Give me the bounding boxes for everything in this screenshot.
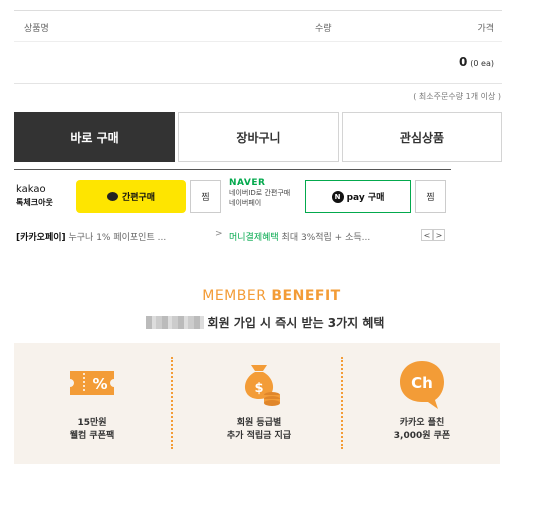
wishlist-button[interactable]: 관심상품 bbox=[342, 112, 502, 162]
naver-promo-tag: 머니결제혜택 bbox=[229, 233, 279, 243]
member-title-light: MEMBER bbox=[202, 288, 272, 304]
promo-prev-button[interactable]: < bbox=[421, 229, 433, 241]
product-table-header: 상품명 수량 가격 bbox=[14, 10, 502, 42]
total-unit: (0 ea) bbox=[470, 59, 494, 68]
benefit-line1: 카카오 플친 bbox=[399, 418, 445, 428]
kakao-checkout-logo: kakao 톡체크아웃 bbox=[16, 183, 53, 209]
kakao-pay-label: 간편구매 bbox=[121, 193, 156, 203]
benefit-item: % 15만원 웰컴 쿠폰팩 bbox=[17, 343, 167, 464]
kakao-channel-icon: Ch bbox=[394, 355, 450, 411]
svg-text:%: % bbox=[92, 375, 107, 393]
kakao-zzim-button[interactable]: 찜 bbox=[190, 180, 221, 213]
naver-pay-label: pay 구매 bbox=[346, 193, 385, 203]
kakao-checkout-label: 톡체크아웃 bbox=[16, 198, 53, 207]
naver-promo-desc: 최대 3%적립 + 소득... bbox=[278, 233, 371, 243]
kakao-promo-desc: 누구나 1% 페이포인트 ... bbox=[65, 233, 167, 243]
col-price: 가격 bbox=[477, 24, 494, 34]
svg-text:$: $ bbox=[254, 381, 263, 396]
kakao-promo-tag: [카카오페이] bbox=[16, 233, 66, 243]
kakao-logo-text: kakao bbox=[16, 184, 46, 195]
money-bag-coins-icon: $ bbox=[231, 355, 287, 411]
benefit-line2: 웰컴 쿠폰팩 bbox=[69, 431, 115, 441]
total-value: 0 bbox=[458, 55, 468, 69]
benefit-item: Ch 카카오 플친 3,000원 쿠폰 bbox=[347, 343, 497, 464]
benefit-line2: 추가 적립금 지급 bbox=[226, 431, 292, 441]
total-price: 0 (0 ea) bbox=[459, 55, 494, 69]
dotted-divider bbox=[341, 357, 343, 449]
naver-line1: 네이버ID로 간편구매 bbox=[229, 189, 291, 197]
member-benefit-subtitle: 회원 가입 시 즉시 받는 3가지 혜택 bbox=[0, 314, 530, 331]
benefit-line1: 회원 등급별 bbox=[236, 418, 282, 428]
svg-text:Ch: Ch bbox=[411, 374, 433, 392]
benefit-item: $ 회원 등급별 추가 적립금 지급 bbox=[184, 343, 334, 464]
naver-n-icon: N bbox=[331, 190, 344, 203]
naver-zzim-button[interactable]: 찜 bbox=[415, 180, 446, 213]
add-to-cart-button[interactable]: 장바구니 bbox=[178, 112, 339, 162]
dotted-divider bbox=[171, 357, 173, 449]
benefit-line2: 3,000원 쿠폰 bbox=[393, 431, 451, 441]
naver-logo: NAVER bbox=[229, 178, 266, 188]
kakao-promo-text[interactable]: [카카오페이] 누구나 1% 페이포인트 ... bbox=[16, 230, 209, 243]
promo-arrow-icon: > bbox=[215, 229, 223, 239]
promo-next-button[interactable]: > bbox=[433, 229, 445, 241]
coupon-percent-icon: % bbox=[64, 355, 120, 411]
total-row: 0 (0 ea) bbox=[14, 42, 502, 84]
naver-pay-info: NAVER 네이버ID로 간편구매 네이버페이 bbox=[229, 178, 290, 208]
min-order-note: ( 최소주문수량 1개 이상 ) bbox=[413, 92, 501, 101]
member-title-bold: BENEFIT bbox=[271, 288, 341, 304]
benefit-line1: 15만원 bbox=[77, 418, 107, 428]
naver-promo-text[interactable]: 머니결제혜택 최대 3%적립 + 소득... bbox=[229, 230, 411, 243]
naver-line2: 네이버페이 bbox=[229, 199, 262, 207]
kakao-pay-button[interactable]: 간편구매 bbox=[76, 180, 186, 213]
col-quantity: 수량 bbox=[315, 24, 332, 34]
speech-bubble-icon bbox=[106, 192, 118, 201]
member-benefit-title: MEMBER BENEFIT bbox=[0, 288, 543, 304]
divider bbox=[14, 169, 451, 170]
naver-pay-button[interactable]: N pay 구매 bbox=[305, 180, 411, 213]
member-subtitle-text: 회원 가입 시 즉시 받는 3가지 혜택 bbox=[207, 316, 385, 330]
benefit-panel: % 15만원 웰컴 쿠폰팩 $ 회원 등급별 추가 적립금 지급 Ch 카카오 … bbox=[14, 343, 500, 464]
buy-now-button[interactable]: 바로 구매 bbox=[14, 112, 175, 162]
col-product-name: 상품명 bbox=[24, 24, 49, 34]
blurred-shop-name bbox=[145, 316, 204, 329]
